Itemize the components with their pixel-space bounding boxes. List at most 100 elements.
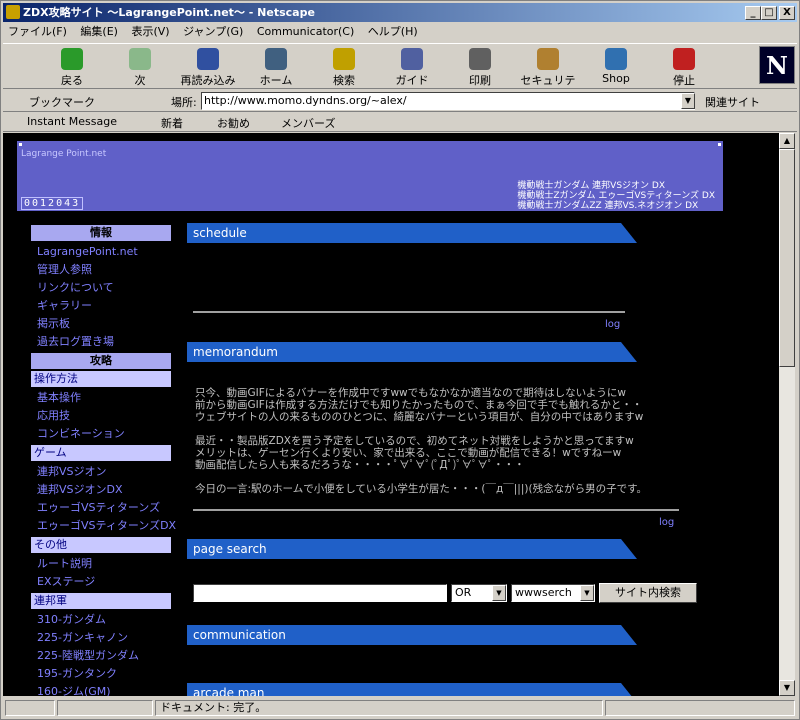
sidebar-link[interactable]: ルート説明 xyxy=(31,555,177,573)
netscape-logo[interactable]: N xyxy=(759,46,795,84)
search-target-value: wwwserch xyxy=(515,586,572,599)
sidebar-link[interactable]: 管理人参照 xyxy=(31,261,177,279)
divider xyxy=(193,311,625,313)
toolbar-button[interactable]: ホーム xyxy=(247,46,305,88)
banner-news-line: 機動戦士ガンダム 連邦VSジオン DX xyxy=(517,181,666,191)
site-search-button[interactable]: サイト内検索 xyxy=(599,583,697,603)
toolbar-button[interactable]: 停止 xyxy=(655,46,713,88)
sidebar-heading: 攻略 xyxy=(31,353,171,369)
sidebar-link[interactable]: 基本操作 xyxy=(31,389,177,407)
sidebar-subheading: 連邦軍 xyxy=(31,593,171,609)
toolbar-button[interactable]: ガイド xyxy=(383,46,441,88)
sidebar-link[interactable]: EXステージ xyxy=(31,573,177,591)
menu-view[interactable]: 表示(V) xyxy=(126,23,174,41)
menu-help[interactable]: ヘルプ(H) xyxy=(363,23,423,41)
bookmark-button[interactable]: ブックマーク xyxy=(29,94,95,110)
sidebar-link[interactable]: 225-ガンキャノン xyxy=(31,629,177,647)
guide-icon xyxy=(401,48,423,70)
search-icon xyxy=(333,48,355,70)
search-operator-select[interactable]: OR ▼ xyxy=(451,584,507,602)
component-bar xyxy=(605,700,795,716)
toolbar-button[interactable]: 戻る xyxy=(43,46,101,88)
back-icon xyxy=(61,48,83,70)
memo-log-link[interactable]: log xyxy=(659,517,674,528)
schedule-log-link[interactable]: log xyxy=(605,319,620,330)
banner-news: 機動戦士ガンダム 連邦VSジオン DX 機動戦士Zガンダム エゥーゴVSティター… xyxy=(517,181,715,211)
sidebar-link[interactable]: 160-ジム(GM) xyxy=(31,683,177,696)
search-target-select[interactable]: wwwserch ▼ xyxy=(511,584,595,602)
section-communication: communication xyxy=(187,625,637,645)
banner-corner-dot xyxy=(19,143,22,146)
navigation-toolbar: 戻る 次 再読み込み ホーム 検索 ガイド 印刷 セキュリティ Shop 停止 N xyxy=(3,43,797,103)
related-sites-button[interactable]: 関連サイト xyxy=(705,94,760,110)
sidebar-link[interactable]: 310-ガンダム xyxy=(31,611,177,629)
site-banner: Lagrange Point.net 0012043 機動戦士ガンダム 連邦VS… xyxy=(17,141,723,211)
sidebar-link[interactable]: 過去ログ置き場 xyxy=(31,333,177,351)
scroll-up-icon[interactable]: ▲ xyxy=(779,133,795,149)
chevron-down-icon: ▼ xyxy=(492,585,506,601)
shop-icon xyxy=(605,48,627,70)
toolbar-button-label: 戻る xyxy=(61,74,83,87)
toolbar-button-label: ホーム xyxy=(259,74,293,87)
maximize-button[interactable]: □ xyxy=(761,6,777,20)
toolbar-button-label: 再読み込み xyxy=(180,74,236,87)
menu-file[interactable]: ファイル(F) xyxy=(3,23,72,41)
minimize-button[interactable]: _ xyxy=(745,6,761,20)
status-text: ドキュメント: 完了。 xyxy=(155,700,603,716)
section-memorandum: memorandum xyxy=(187,342,637,362)
sidebar-link[interactable]: 連邦VSジオンDX xyxy=(31,481,177,499)
browser-window: ZDX攻略サイト 〜LagrangePoint.net〜 - Netscape … xyxy=(0,0,800,720)
sidebar-link[interactable]: エゥーゴVSティターンズDX xyxy=(31,517,177,535)
menu-communicator[interactable]: Communicator(C) xyxy=(252,23,359,41)
home-icon xyxy=(265,48,287,70)
chevron-down-icon: ▼ xyxy=(580,585,594,601)
menu-edit[interactable]: 編集(E) xyxy=(75,23,123,41)
instant-message-button[interactable]: Instant Message xyxy=(27,115,117,128)
sidebar-link[interactable]: 195-ガンタンク xyxy=(31,665,177,683)
sidebar-subheading: その他 xyxy=(31,537,171,553)
toolbar-button[interactable]: 次 xyxy=(111,46,169,88)
sidebar-link[interactable]: 応用技 xyxy=(31,407,177,425)
toolbar-button[interactable]: 印刷 xyxy=(451,46,509,88)
scroll-thumb[interactable] xyxy=(779,149,795,367)
toolbar-button-label: ガイド xyxy=(395,74,429,87)
memo-paragraph: 最近・・製品版ZDXを買う予定をしているので、初めてネット対戦をしようかと思って… xyxy=(195,435,634,471)
url-field[interactable]: http://www.momo.dyndns.org/~alex/ xyxy=(201,92,695,110)
forward-icon xyxy=(129,48,151,70)
sidebar-link[interactable]: 連邦VSジオン xyxy=(31,463,177,481)
members-button[interactable]: メンバーズ xyxy=(281,115,335,131)
sidebar-link[interactable]: LagrangePoint.net xyxy=(31,243,177,261)
sidebar-link[interactable]: 225-陸戦型ガンダム xyxy=(31,647,177,665)
sidebar-subheading: ゲーム xyxy=(31,445,171,461)
sidebar-link[interactable]: ギャラリー xyxy=(31,297,177,315)
vertical-scrollbar[interactable]: ▲ ▼ xyxy=(779,133,795,696)
sidebar-link[interactable]: リンクについて xyxy=(31,279,177,297)
menu-go[interactable]: ジャンプ(G) xyxy=(178,23,248,41)
site-search-input[interactable] xyxy=(193,584,447,602)
toolbar-button[interactable]: セキュリティ xyxy=(519,46,577,103)
toolbar-button[interactable]: 検索 xyxy=(315,46,373,88)
personal-toolbar: Instant Message 新着 お勧め メンバーズ xyxy=(3,112,797,132)
toolbar-button-label: 印刷 xyxy=(469,74,491,87)
banner-site-name: Lagrange Point.net xyxy=(21,149,107,159)
banner-news-line: 機動戦士ガンダムZZ 連邦VS.ネオジオン DX xyxy=(517,201,699,211)
toolbar-button[interactable]: Shop xyxy=(587,46,645,88)
url-dropdown-arrow-icon[interactable]: ▼ xyxy=(681,93,695,109)
sidebar-link[interactable]: エゥーゴVSティターンズ xyxy=(31,499,177,517)
scroll-down-icon[interactable]: ▼ xyxy=(779,680,795,696)
toolbar-button-label: Shop xyxy=(602,72,630,85)
memo-text: 只今、動画GIFによるバナーを作成中ですwwでもなかなか適当なので期待はしないよ… xyxy=(195,387,675,507)
toolbar-button[interactable]: 再読み込み xyxy=(179,46,237,88)
recommended-button[interactable]: お勧め xyxy=(217,115,250,131)
section-arcade: arcade man xyxy=(187,683,637,696)
security-status-icon[interactable] xyxy=(5,700,55,716)
close-button[interactable]: X xyxy=(779,6,795,20)
sidebar-link[interactable]: 掲示板 xyxy=(31,315,177,333)
sidebar-nav: 情報 LagrangePoint.net 管理人参照 リンクについて ギャラリー 掲示板過… xyxy=(31,223,177,696)
window-title: ZDX攻略サイト 〜LagrangePoint.net〜 - Netscape xyxy=(23,6,315,19)
divider xyxy=(193,509,679,511)
page-viewport: Lagrange Point.net 0012043 機動戦士ガンダム 連邦VS… xyxy=(3,133,779,696)
reload-icon xyxy=(197,48,219,70)
sidebar-link[interactable]: コンビネーション xyxy=(31,425,177,443)
whats-new-button[interactable]: 新着 xyxy=(161,115,183,131)
